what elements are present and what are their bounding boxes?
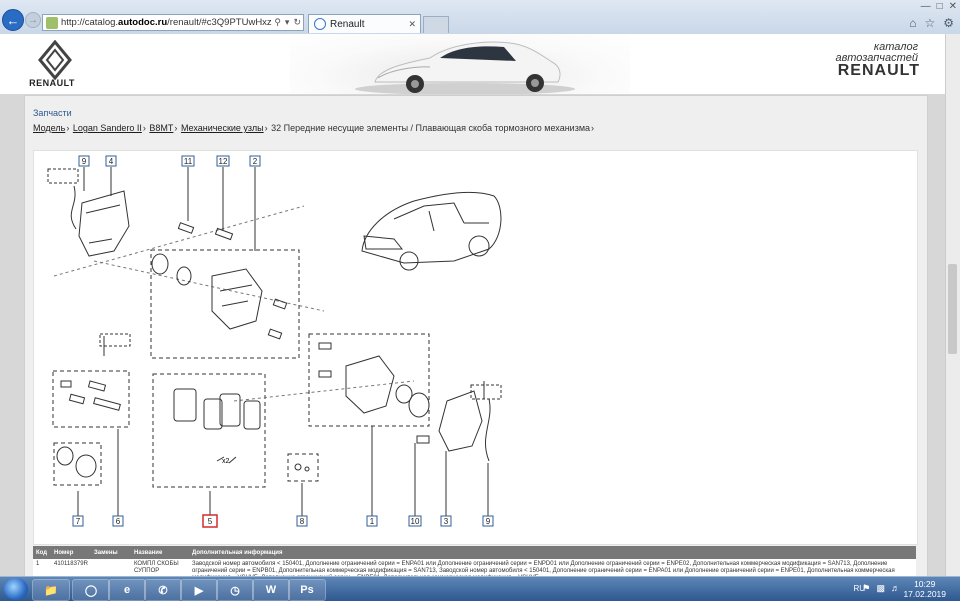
breadcrumb-current: 32 Передние несущие элементы / Плавающая… (271, 123, 591, 133)
callout-4[interactable]: 4 (105, 155, 117, 167)
favorites-star-icon[interactable]: ☆ (924, 16, 935, 30)
logo-text: RENAULT (29, 78, 75, 88)
system-tray: ⚑ ▩ ♬ (862, 583, 900, 594)
refresh-icon[interactable]: ↻ (291, 17, 303, 28)
breadcrumb-mechanical[interactable]: Механические узлы (181, 123, 264, 133)
windows-taskbar: 📁 ◯ e ✆ ▶ ◷ W Ps RU ⚑ ▩ ♬ 10:29 17.02.20… (0, 576, 960, 601)
network-icon[interactable]: ▩ (876, 583, 885, 594)
col-replacements[interactable]: Замены (91, 546, 131, 559)
scrollbar-thumb[interactable] (948, 264, 957, 354)
svg-text:1: 1 (370, 517, 375, 526)
flag-icon[interactable]: ⚑ (862, 583, 870, 594)
callout-8[interactable]: 8 (296, 515, 308, 527)
internet-explorer-icon[interactable]: e (108, 579, 146, 601)
explorer-icon[interactable]: 📁 (32, 579, 70, 601)
site-header: RENAULT каталог автозапчастей RENAULT (0, 34, 960, 95)
back-button[interactable]: ← (2, 9, 24, 31)
callout-9-top[interactable]: 9 (78, 155, 90, 167)
exploded-view-svg: x2 9 4 11 12 2 7 6 5 8 1 10 3 9 (47, 155, 502, 528)
svg-text:7: 7 (76, 517, 81, 526)
window-controls: — □ ✕ (921, 1, 957, 12)
catalog-subtitle: каталог автозапчастей (835, 41, 918, 64)
url-text[interactable]: http://catalog.autodoc.ru/renault/#c3Q9P… (61, 17, 272, 28)
breadcrumb-model[interactable]: Модель (33, 123, 65, 133)
site-favicon-icon (46, 16, 58, 29)
system-clock[interactable]: 10:29 17.02.2019 (903, 579, 946, 599)
col-info[interactable]: Дополнительная информация (189, 546, 916, 559)
group-box-small-kit (287, 453, 319, 482)
start-button[interactable] (4, 578, 28, 600)
callout-12[interactable]: 12 (216, 155, 230, 167)
breadcrumb-logan-sandero[interactable]: Logan Sandero II (73, 123, 142, 133)
dropdown-icon[interactable]: ▾ (283, 17, 292, 28)
photoshop-icon[interactable]: Ps (288, 579, 326, 601)
arrow-left-icon: ← (6, 12, 20, 28)
callout-1[interactable]: 1 (366, 515, 378, 527)
arrow-right-icon: → (28, 14, 38, 26)
svg-text:x2: x2 (222, 458, 230, 465)
catalog-brand: RENAULT (837, 62, 920, 79)
svg-text:4: 4 (109, 157, 114, 166)
viber-icon[interactable]: ✆ (144, 579, 182, 601)
volume-icon[interactable]: ♬ (891, 583, 900, 594)
svg-text:11: 11 (184, 157, 193, 166)
col-code[interactable]: Код (33, 546, 51, 559)
col-name[interactable]: Название (131, 546, 189, 559)
media-player-icon[interactable]: ▶ (180, 579, 218, 601)
svg-text:10: 10 (411, 517, 420, 526)
table-header-row: Код Номер Замены Название Дополнительная… (33, 546, 916, 559)
svg-text:5: 5 (208, 517, 213, 526)
ie-icon (314, 18, 326, 30)
svg-text:6: 6 (116, 517, 121, 526)
browser-tools: ⌂ ☆ ⚙ (909, 16, 954, 30)
banner-car-image (290, 34, 630, 95)
svg-text:9: 9 (82, 157, 87, 166)
callout-11[interactable]: 11 (181, 155, 195, 167)
col-number[interactable]: Номер (51, 546, 91, 559)
parts-diagram: x2 9 4 11 12 2 7 6 5 8 1 10 3 9 (33, 150, 918, 545)
callout-7[interactable]: 7 (72, 515, 84, 527)
forward-button[interactable]: → (25, 12, 41, 28)
svg-text:9: 9 (486, 517, 491, 526)
close-tab-icon[interactable]: ✕ (408, 19, 416, 30)
word-icon[interactable]: W (252, 579, 290, 601)
breadcrumb-b8mt[interactable]: B8MT (149, 123, 173, 133)
browser-chrome: ← → http://catalog.autodoc.ru/renault/#c… (0, 0, 960, 35)
address-bar[interactable]: http://catalog.autodoc.ru/renault/#c3Q9P… (42, 14, 304, 31)
browser-tab[interactable]: Renault ✕ (308, 14, 421, 33)
search-icon[interactable]: ⚲ (272, 17, 283, 28)
content-panel: Запчасти Модель› Logan Sandero II› B8MT›… (24, 95, 928, 584)
minimize-icon[interactable]: — (921, 1, 931, 12)
home-icon[interactable]: ⌂ (909, 16, 916, 30)
callout-9-bottom[interactable]: 9 (482, 515, 494, 527)
page-scrollbar[interactable] (945, 34, 960, 580)
callout-3[interactable]: 3 (440, 515, 452, 527)
breadcrumb: Модель› Logan Sandero II› B8MT› Механиче… (33, 123, 595, 133)
svg-text:8: 8 (300, 517, 305, 526)
group-box-caliper-upper (150, 249, 300, 359)
callout-6[interactable]: 6 (112, 515, 124, 527)
tab-title: Renault (330, 18, 365, 30)
callout-10[interactable]: 10 (408, 515, 422, 527)
svg-text:2: 2 (253, 157, 258, 166)
close-window-icon[interactable]: ✕ (949, 1, 957, 12)
maximize-icon[interactable]: □ (937, 1, 943, 12)
gear-icon[interactable]: ⚙ (943, 16, 954, 30)
section-title: Запчасти (33, 108, 72, 118)
alarm-app-icon[interactable]: ◷ (216, 579, 254, 601)
svg-text:3: 3 (444, 517, 449, 526)
group-box-pins (52, 370, 130, 428)
chrome-icon[interactable]: ◯ (72, 579, 110, 601)
callout-2[interactable]: 2 (249, 155, 261, 167)
group-box-pads (152, 373, 266, 488)
new-tab-button[interactable] (423, 16, 449, 33)
callout-5-selected[interactable]: 5 (202, 514, 218, 528)
svg-text:12: 12 (219, 157, 228, 166)
